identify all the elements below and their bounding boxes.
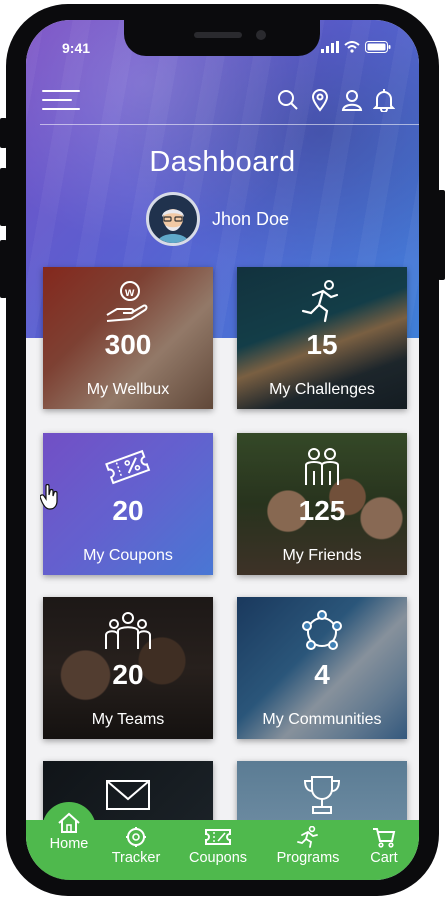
tile-label: My Wellbux (86, 381, 170, 398)
hand-cursor-icon (39, 483, 60, 510)
nav-cart[interactable]: Cart (362, 826, 406, 866)
battery-icon (365, 41, 391, 53)
notch (124, 20, 320, 56)
coupon-icon (103, 445, 153, 491)
tile-count: 20 (112, 495, 144, 526)
status-icons (321, 41, 391, 53)
avatar (146, 192, 200, 246)
runner-icon (297, 279, 347, 325)
header-divider (40, 124, 419, 125)
location-icon[interactable] (309, 88, 331, 112)
tile-my-communities[interactable]: 4 My Communities (237, 597, 407, 739)
search-icon[interactable] (277, 88, 299, 112)
menu-button[interactable] (42, 90, 80, 112)
phone-volume-down (0, 240, 7, 298)
phone-volume-up (0, 168, 7, 226)
signal-icon (321, 41, 339, 53)
nav-label: Home (49, 836, 89, 852)
team-icon (103, 609, 153, 655)
tile-my-coupons[interactable]: 20 My Coupons (43, 433, 213, 575)
user-profile[interactable]: Jhon Doe (146, 192, 289, 246)
community-icon (297, 609, 347, 655)
tile-count: 15 (306, 329, 338, 360)
header-actions (277, 88, 396, 113)
hand-coin-icon: w (103, 279, 153, 325)
app-screen: 9:41 Dashboard Jhon Doe w 300 My Wellbux… (26, 20, 419, 880)
tile-label: My Friends (282, 547, 362, 564)
tile-label: My Coupons (83, 547, 173, 564)
tracker-icon (126, 827, 146, 847)
tile-count: 300 (104, 329, 152, 360)
phone-silent-switch (0, 118, 7, 148)
tile-my-wellbux[interactable]: w 300 My Wellbux (43, 267, 213, 409)
tile-count: 125 (298, 495, 346, 526)
nav-tracker[interactable]: Tracker (108, 826, 164, 866)
nav-label: Cart (370, 850, 398, 866)
wifi-icon (344, 41, 360, 53)
svg-text:w: w (124, 285, 135, 299)
bottom-nav: Home Tracker Coupons Programs Cart (26, 812, 419, 880)
status-time: 9:41 (62, 40, 91, 56)
nav-programs[interactable]: Programs (270, 826, 346, 866)
nav-label: Coupons (188, 850, 248, 866)
mail-icon (103, 773, 153, 819)
trophy-icon (297, 773, 347, 819)
programs-icon (297, 826, 318, 848)
tile-my-teams[interactable]: 20 My Teams (43, 597, 213, 739)
cart-icon (373, 828, 396, 848)
tile-my-challenges[interactable]: 15 My Challenges (237, 267, 407, 409)
friends-icon (297, 445, 347, 491)
user-name: Jhon Doe (212, 208, 290, 229)
tile-count: 20 (112, 659, 144, 690)
tile-label: My Teams (91, 711, 165, 728)
home-icon (58, 812, 80, 833)
coupon-icon (205, 829, 231, 845)
profile-icon[interactable] (341, 88, 363, 112)
tile-label: My Communities (262, 711, 382, 728)
nav-label: Tracker (111, 850, 161, 866)
tile-label: My Challenges (269, 381, 375, 398)
nav-label: Programs (276, 850, 340, 866)
page-title: Dashboard (149, 146, 296, 178)
tile-count: 4 (314, 659, 330, 690)
bell-icon[interactable] (372, 88, 396, 113)
tile-my-friends[interactable]: 125 My Friends (237, 433, 407, 575)
nav-coupons[interactable]: Coupons (182, 826, 254, 866)
nav-home[interactable]: Home (42, 812, 96, 852)
phone-power-button (438, 190, 445, 280)
